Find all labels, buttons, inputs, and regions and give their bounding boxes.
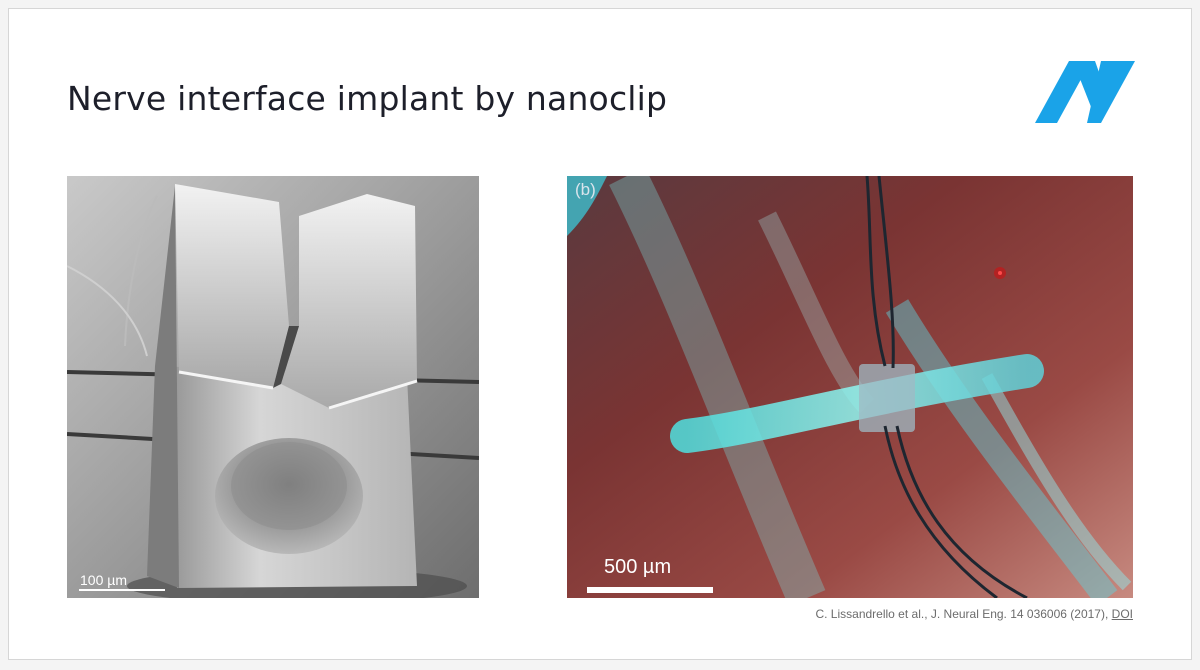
scale-bar-500um xyxy=(587,587,713,593)
slide-title: Nerve interface implant by nanoclip xyxy=(67,79,668,118)
scale-bar-label-500um: 500 µm xyxy=(604,556,672,578)
microscope-image-implant: (b) 500 µm xyxy=(567,176,1133,598)
citation-text: C. Lissandrello et al., J. Neural Eng. 1… xyxy=(815,607,1112,621)
slide: Nerve interface implant by nanoclip 100 … xyxy=(8,8,1192,660)
doi-link[interactable]: DOI xyxy=(1112,607,1133,621)
sem-image-nanoclip: 100 µm xyxy=(67,176,479,598)
scale-bar-label-100um: 100 µm xyxy=(80,572,127,588)
scale-bar-100um xyxy=(79,589,165,591)
panel-label: (b) xyxy=(575,180,596,199)
company-logo xyxy=(1035,61,1135,123)
citation: C. Lissandrello et al., J. Neural Eng. 1… xyxy=(771,607,1133,621)
